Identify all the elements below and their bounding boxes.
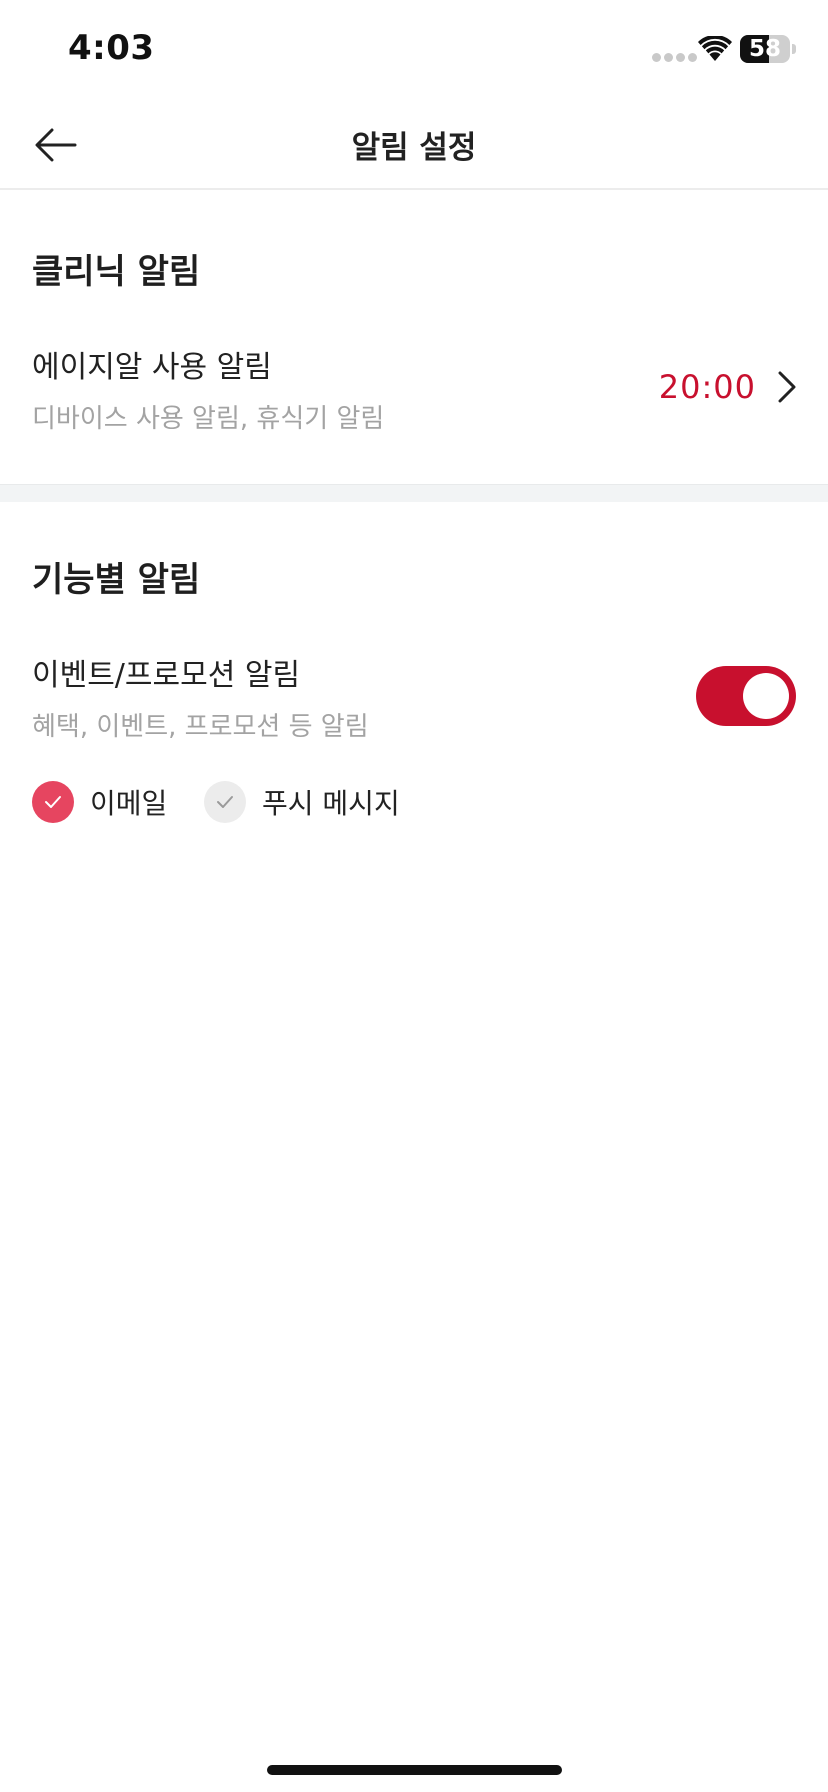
push-message-option[interactable]: 푸시 메시지: [204, 780, 400, 824]
agr-usage-alarm-title: 에이지알 사용 알림: [32, 350, 272, 385]
status-bar: 4:03 58: [0, 0, 828, 100]
agr-usage-alarm-row[interactable]: 에이지알 사용 알림 디바이스 사용 알림, 휴식기 알림 20:00: [0, 330, 828, 450]
email-checkbox[interactable]: [32, 781, 74, 823]
push-message-option-label: 푸시 메시지: [262, 787, 400, 820]
event-promotion-toggle[interactable]: [696, 666, 796, 726]
battery-nub: [792, 44, 796, 54]
email-option[interactable]: 이메일: [32, 780, 167, 824]
cellular-signal-icon: [652, 53, 697, 62]
clinic-section-title: 클리닉 알림: [32, 252, 201, 292]
feature-section-title: 기능별 알림: [32, 560, 201, 600]
alarm-time-value: 20:00: [658, 368, 756, 406]
notification-settings-screen: 4:03 58 알림 설정 클리닉 알림 에이지알 사용 알림 디바이스 사용 …: [0, 0, 828, 1792]
check-icon: [45, 796, 61, 808]
battery-percent: 58: [748, 36, 781, 62]
push-message-checkbox[interactable]: [204, 781, 246, 823]
event-promotion-alarm-title: 이벤트/프로모션 알림: [32, 658, 301, 693]
event-promotion-alarm-subtitle: 혜택, 이벤트, 프로모션 등 알림: [32, 712, 369, 742]
battery-icon: 58: [740, 35, 790, 63]
status-time: 4:03: [68, 28, 155, 68]
toggle-knob: [743, 673, 789, 719]
chevron-right-icon: [778, 371, 796, 403]
section-divider: [0, 484, 828, 502]
page-title: 알림 설정: [351, 130, 477, 166]
check-icon: [217, 796, 233, 808]
header-bar: 알림 설정: [0, 100, 828, 190]
home-indicator: [267, 1765, 562, 1775]
wifi-icon: [698, 36, 732, 61]
agr-usage-alarm-subtitle: 디바이스 사용 알림, 휴식기 알림: [32, 404, 385, 434]
email-option-label: 이메일: [90, 787, 168, 820]
